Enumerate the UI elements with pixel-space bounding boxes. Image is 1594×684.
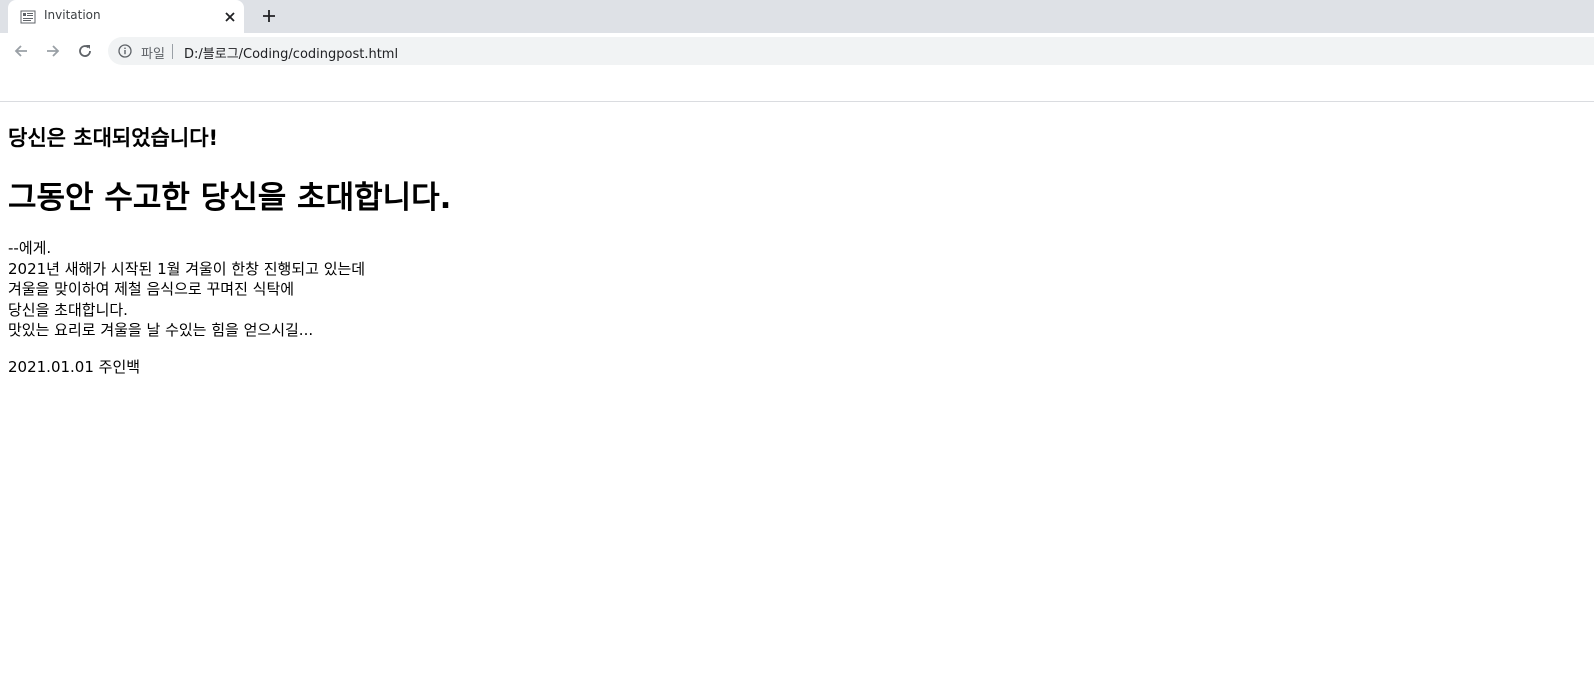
- back-arrow-icon[interactable]: [12, 42, 30, 60]
- invitation-heading: 그동안 수고한 당신을 초대합니다.: [8, 180, 452, 216]
- address-bar[interactable]: 파일 D:/블로그/Coding/codingpost.html: [108, 37, 1594, 65]
- letter-line: 겨울을 맞이하여 제철 음식으로 꾸며진 식탁에: [8, 280, 295, 299]
- browser-toolbar: 파일 D:/블로그/Coding/codingpost.html: [0, 33, 1594, 69]
- forward-arrow-icon[interactable]: [44, 42, 62, 60]
- url-text[interactable]: D:/블로그/Coding/codingpost.html: [184, 43, 398, 62]
- browser-chrome: Invitation 파일 D:/블로그/Coding/codingpost.h…: [0, 0, 1594, 102]
- info-icon[interactable]: [118, 44, 132, 58]
- scheme-label: 파일: [141, 47, 165, 62]
- tab-title: Invitation: [44, 8, 101, 22]
- signature: 2021.01.01 주인백: [8, 358, 141, 376]
- letter-line: --에게.: [8, 239, 52, 257]
- page-content: 당신은 초대되었습니다! 그동안 수고한 당신을 초대합니다. --에게. 20…: [0, 102, 1594, 684]
- tab-invitation[interactable]: Invitation: [8, 0, 244, 33]
- letter-body: --에게. 2021년 새해가 시작된 1월 겨울이 한창 진행되고 있는데 겨…: [8, 238, 365, 341]
- close-icon[interactable]: [222, 9, 238, 25]
- letter-line: 당신을 초대합니다.: [8, 300, 128, 319]
- address-separator: [172, 44, 173, 59]
- letter-line: 맛있는 요리로 겨울을 날 수있는 힘을 얻으시길...: [8, 321, 314, 340]
- invitation-subheading: 당신은 초대되었습니다!: [8, 126, 219, 150]
- letter-line: 2021년 새해가 시작된 1월 겨울이 한창 진행되고 있는데: [8, 259, 366, 278]
- reload-icon[interactable]: [76, 42, 94, 60]
- tab-strip: Invitation: [0, 0, 1594, 33]
- document-favicon-icon: [20, 10, 36, 24]
- plus-icon[interactable]: [261, 8, 277, 24]
